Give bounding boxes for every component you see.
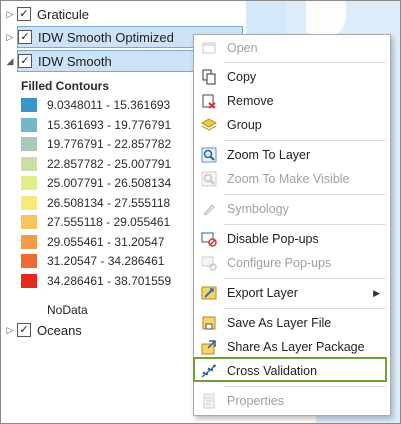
- menu-separator: [224, 224, 386, 225]
- properties-icon: [201, 393, 217, 409]
- menu-item-label: Zoom To Layer: [227, 148, 311, 162]
- legend-swatch: [21, 254, 37, 268]
- legend-swatch: [21, 273, 37, 288]
- legend-swatch: [21, 195, 37, 210]
- menu-item-group[interactable]: Group: [194, 114, 390, 136]
- menu-item-label: Symbology: [227, 202, 289, 216]
- legend-item: 19.776791 - 22.857782: [21, 135, 171, 153]
- menu-item-label: Open: [227, 41, 258, 55]
- legend-item: 25.007791 - 26.508134: [21, 174, 171, 192]
- legend-item: 9.0348011 - 15.361693: [21, 96, 170, 114]
- visibility-checkbox[interactable]: ✓: [18, 30, 32, 44]
- expand-right-icon[interactable]: ▷: [5, 9, 15, 20]
- menu-item-share-layer-package[interactable]: Share As Layer Package: [194, 336, 390, 358]
- legend-swatch: [21, 234, 37, 249]
- legend-swatch: [21, 156, 37, 171]
- menu-item-zoom-to-layer[interactable]: Zoom To Layer: [194, 144, 390, 166]
- legend-range-label: 31.20547 - 34.286461: [47, 254, 165, 268]
- legend-range-label: 15.361693 - 19.776791: [47, 117, 172, 132]
- menu-item-label: Configure Pop-ups: [227, 256, 332, 270]
- expand-down-icon[interactable]: ◢: [5, 56, 15, 67]
- legend-item: 22.857782 - 25.007791: [21, 155, 171, 173]
- menu-item-symbology[interactable]: Symbology: [194, 198, 390, 220]
- menu-item-label: Disable Pop-ups: [227, 232, 319, 246]
- menu-separator: [224, 140, 386, 141]
- layer-label: Oceans: [37, 322, 82, 338]
- menu-item-save-layer-file[interactable]: Save As Layer File: [194, 312, 390, 334]
- legend-range-label: 25.007791 - 26.508134: [47, 176, 172, 190]
- export-layer-icon: [201, 285, 217, 301]
- legend-range-label: 34.286461 - 38.701559: [47, 273, 172, 288]
- layer-label: Graticule: [37, 6, 90, 22]
- visibility-checkbox[interactable]: ✓: [18, 54, 32, 68]
- legend-range-label: 27.555118 - 29.055461: [47, 215, 171, 229]
- remove-icon: [201, 93, 217, 109]
- menu-item-label: Save As Layer File: [227, 316, 332, 330]
- copy-icon: [201, 69, 217, 85]
- menu-item-export-layer[interactable]: Export Layer ▶: [194, 282, 390, 304]
- legend-swatch: [21, 137, 37, 151]
- menu-item-label: Group: [227, 118, 262, 132]
- legend-item: 26.508134 - 27.555118: [21, 194, 170, 212]
- legend-nodata: NoData: [47, 303, 88, 317]
- layer-label: IDW Smooth Optimized: [38, 29, 174, 45]
- menu-item-zoom-to-make-visible[interactable]: Zoom To Make Visible: [194, 168, 390, 190]
- symbology-icon: [201, 201, 217, 217]
- layer-row-graticule[interactable]: ▷ ✓ Graticule: [1, 3, 90, 25]
- menu-separator: [224, 278, 386, 279]
- menu-item-configure-popups[interactable]: Configure Pop-ups: [194, 252, 390, 274]
- menu-item-label: Zoom To Make Visible: [227, 172, 350, 186]
- legend-title: Filled Contours: [21, 79, 109, 93]
- menu-item-disable-popups[interactable]: Disable Pop-ups: [194, 228, 390, 250]
- group-layers-icon: [201, 117, 217, 133]
- legend-item: 27.555118 - 29.055461: [21, 213, 170, 231]
- app-window: ▷ ✓ Graticule ▷ ✓ IDW Smooth Optimized ◢…: [0, 0, 401, 424]
- open-icon: [201, 40, 217, 56]
- popup-disable-icon: [201, 231, 217, 247]
- legend-swatch: [21, 176, 37, 190]
- legend-range-label: 26.508134 - 27.555118: [47, 195, 171, 210]
- zoom-to-layer-icon: [201, 147, 217, 163]
- legend-swatch: [21, 215, 37, 229]
- legend-range-label: 29.055461 - 31.20547: [47, 234, 165, 249]
- menu-item-copy[interactable]: Copy: [194, 66, 390, 88]
- menu-separator: [224, 386, 386, 387]
- legend-range-label: 9.0348011 - 15.361693: [47, 98, 171, 112]
- legend-swatch: [21, 117, 37, 132]
- visibility-checkbox[interactable]: ✓: [17, 323, 31, 337]
- layer-row-idw-smooth[interactable]: ◢: [1, 50, 15, 72]
- menu-separator: [224, 308, 386, 309]
- legend-item: 15.361693 - 19.776791: [21, 116, 171, 134]
- legend-item: 31.20547 - 34.286461: [21, 252, 164, 270]
- menu-item-open[interactable]: Open: [194, 37, 390, 59]
- legend-item: 29.055461 - 31.20547: [21, 233, 164, 251]
- menu-item-label: Remove: [227, 94, 274, 108]
- menu-item-label: Export Layer: [227, 286, 298, 300]
- legend-swatch: [21, 98, 37, 112]
- menu-item-label: Properties: [227, 394, 284, 408]
- cross-validation-highlight: [193, 357, 387, 382]
- menu-item-label: Copy: [227, 70, 257, 84]
- submenu-arrow-icon: ▶: [373, 288, 380, 298]
- menu-separator: [224, 194, 386, 195]
- zoom-visible-icon: [201, 171, 217, 187]
- expand-right-icon[interactable]: ▷: [5, 325, 15, 336]
- popup-configure-icon: [201, 255, 217, 271]
- visibility-checkbox[interactable]: ✓: [17, 7, 31, 21]
- layer-row-oceans[interactable]: ▷ ✓ Oceans: [1, 319, 82, 341]
- menu-item-remove[interactable]: Remove: [194, 90, 390, 112]
- legend-range-label: 22.857782 - 25.007791: [47, 156, 172, 171]
- menu-item-label: Share As Layer Package: [227, 340, 365, 354]
- expand-right-icon[interactable]: ▷: [5, 32, 15, 43]
- share-package-icon: [201, 339, 217, 355]
- layer-label: IDW Smooth: [38, 53, 112, 69]
- legend-item: 34.286461 - 38.701559: [21, 272, 171, 290]
- menu-item-properties[interactable]: Properties: [194, 390, 390, 412]
- legend-range-label: 19.776791 - 22.857782: [47, 137, 172, 151]
- save-layer-file-icon: [201, 315, 217, 331]
- layer-row-idw-smooth-optimized[interactable]: ▷: [1, 26, 15, 48]
- menu-separator: [224, 62, 386, 63]
